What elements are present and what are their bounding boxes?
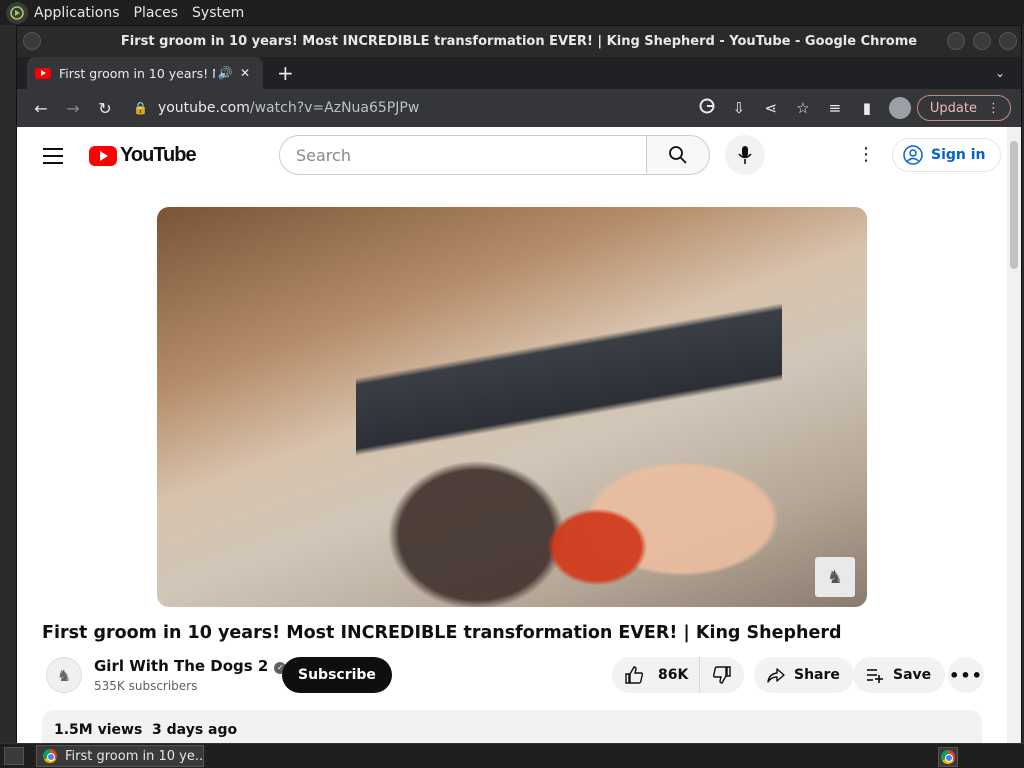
channel-watermark-icon[interactable]: ♞: [815, 557, 855, 597]
distro-logo-icon[interactable]: [6, 1, 28, 24]
more-horizontal-icon: •••: [949, 665, 983, 685]
youtube-header: YouTube Search ⋮ Sign in: [17, 127, 1021, 183]
channel-avatar[interactable]: ♞: [46, 657, 82, 693]
update-label: Update: [929, 100, 977, 116]
tab-search-chevron-icon[interactable]: ⌄: [995, 66, 1005, 80]
profile-avatar-icon[interactable]: [888, 97, 911, 119]
search-button[interactable]: [646, 135, 710, 175]
tray-chrome-logo-icon: [941, 750, 955, 764]
speaker-icon[interactable]: 🔊: [215, 66, 235, 80]
share-arrow-icon: [767, 668, 785, 683]
lock-icon[interactable]: 🔒: [133, 101, 148, 115]
youtube-favicon-icon: [35, 67, 51, 79]
applications-menu[interactable]: Applications: [34, 5, 120, 21]
settings-menu-icon[interactable]: ⋮: [857, 143, 875, 167]
youtube-play-logo-icon: [89, 145, 117, 166]
view-count: 1.5M views: [54, 722, 143, 738]
google-lens-icon[interactable]: [691, 98, 723, 118]
top-panel: Applications Places System: [0, 0, 1024, 25]
save-button[interactable]: Save: [853, 657, 946, 693]
voice-search-button[interactable]: [725, 135, 765, 175]
chrome-window: First groom in 10 years! Most INCREDIBLE…: [16, 25, 1022, 743]
youtube-logo-text: YouTube: [120, 144, 197, 166]
sign-in-button[interactable]: Sign in: [892, 138, 1001, 172]
places-menu[interactable]: Places: [134, 5, 179, 21]
channel-name[interactable]: Girl With The Dogs 2 ✓: [94, 657, 287, 675]
window-menu-button[interactable]: [23, 32, 41, 50]
show-desktop-button[interactable]: [4, 747, 24, 765]
chrome-menu-icon[interactable]: ⋮: [987, 101, 1000, 116]
url-host: youtube.com: [157, 100, 250, 116]
forward-button[interactable]: →: [57, 92, 89, 124]
video-title: First groom in 10 years! Most INCREDIBLE…: [42, 623, 842, 643]
account-icon: [903, 145, 923, 165]
youtube-page: YouTube Search ⋮ Sign in ♞ First groom i…: [17, 127, 1021, 743]
search-icon: [669, 146, 687, 164]
chrome-icon: [43, 749, 57, 763]
system-menu[interactable]: System: [192, 5, 244, 21]
subscribe-button[interactable]: Subscribe: [282, 657, 392, 693]
save-label: Save: [893, 667, 932, 683]
scrollbar-thumb[interactable]: [1010, 141, 1018, 269]
sign-in-label: Sign in: [931, 147, 986, 163]
dislike-button[interactable]: [700, 657, 744, 693]
share-button[interactable]: Share: [754, 657, 854, 693]
tab-youtube[interactable]: First groom in 10 years! Most INCREDIBLE…: [27, 57, 263, 89]
maximize-button[interactable]: [973, 32, 991, 50]
like-dislike-group: 86K: [612, 657, 744, 693]
channel-name-text[interactable]: Girl With The Dogs 2: [94, 657, 268, 675]
reload-button[interactable]: ↻: [89, 92, 121, 124]
youtube-logo[interactable]: YouTube: [89, 144, 197, 167]
install-app-icon[interactable]: ⇩: [723, 99, 755, 117]
subscriber-count: 535K subscribers: [94, 679, 198, 693]
address-bar[interactable]: 🔒 youtube.com/watch?v=AzNua65PJPw: [121, 93, 691, 123]
share-label: Share: [794, 667, 840, 683]
window-titlebar[interactable]: First groom in 10 years! Most INCREDIBLE…: [17, 26, 1021, 57]
share-page-icon[interactable]: ⋖: [755, 99, 787, 117]
tab-title: First groom in 10 years! Most INCREDIBLE…: [59, 65, 215, 81]
video-player[interactable]: ♞: [157, 207, 867, 607]
new-tab-button[interactable]: +: [277, 61, 294, 85]
bookmark-star-icon[interactable]: ☆: [787, 99, 819, 117]
search-input[interactable]: Search: [279, 135, 647, 175]
url-path: /watch?v=AzNua65PJPw: [249, 100, 420, 116]
playlist-add-icon: [867, 669, 883, 683]
back-button[interactable]: ←: [25, 92, 57, 124]
description-box[interactable]: 1.5M views 3 days ago: [42, 710, 982, 743]
close-tab-icon[interactable]: ✕: [235, 66, 255, 80]
thumbs-up-icon: [625, 666, 644, 684]
video-owner-row: ♞ Girl With The Dogs 2 ✓ 535K subscribers…: [42, 657, 992, 697]
like-button[interactable]: 86K: [612, 657, 700, 693]
tray-chrome-icon[interactable]: [938, 747, 958, 767]
like-count: 86K: [658, 667, 689, 683]
thumbs-down-icon: [712, 666, 731, 684]
close-window-button[interactable]: [999, 32, 1017, 50]
browser-toolbar: ← → ↻ 🔒 youtube.com/watch?v=AzNua65PJPw …: [17, 89, 1021, 127]
upload-date: 3 days ago: [152, 722, 238, 738]
page-scrollbar[interactable]: [1007, 127, 1021, 743]
minimize-button[interactable]: [947, 32, 965, 50]
taskbar-window-title: First groom in 10 ye...: [65, 748, 204, 764]
update-button[interactable]: Update ⋮: [916, 95, 1011, 121]
guide-menu-icon[interactable]: [43, 148, 63, 169]
taskbar-chrome-window[interactable]: First groom in 10 ye...: [36, 745, 204, 767]
tab-strip: First groom in 10 years! Most INCREDIBLE…: [17, 57, 1021, 89]
window-title: First groom in 10 years! Most INCREDIBLE…: [120, 34, 918, 49]
microphone-icon: [738, 146, 752, 164]
side-panel-icon[interactable]: ▮: [851, 99, 883, 117]
more-actions-button[interactable]: •••: [948, 657, 984, 693]
taskbar: First groom in 10 ye...: [0, 743, 1024, 768]
media-controls-icon[interactable]: ≡: [819, 99, 851, 117]
